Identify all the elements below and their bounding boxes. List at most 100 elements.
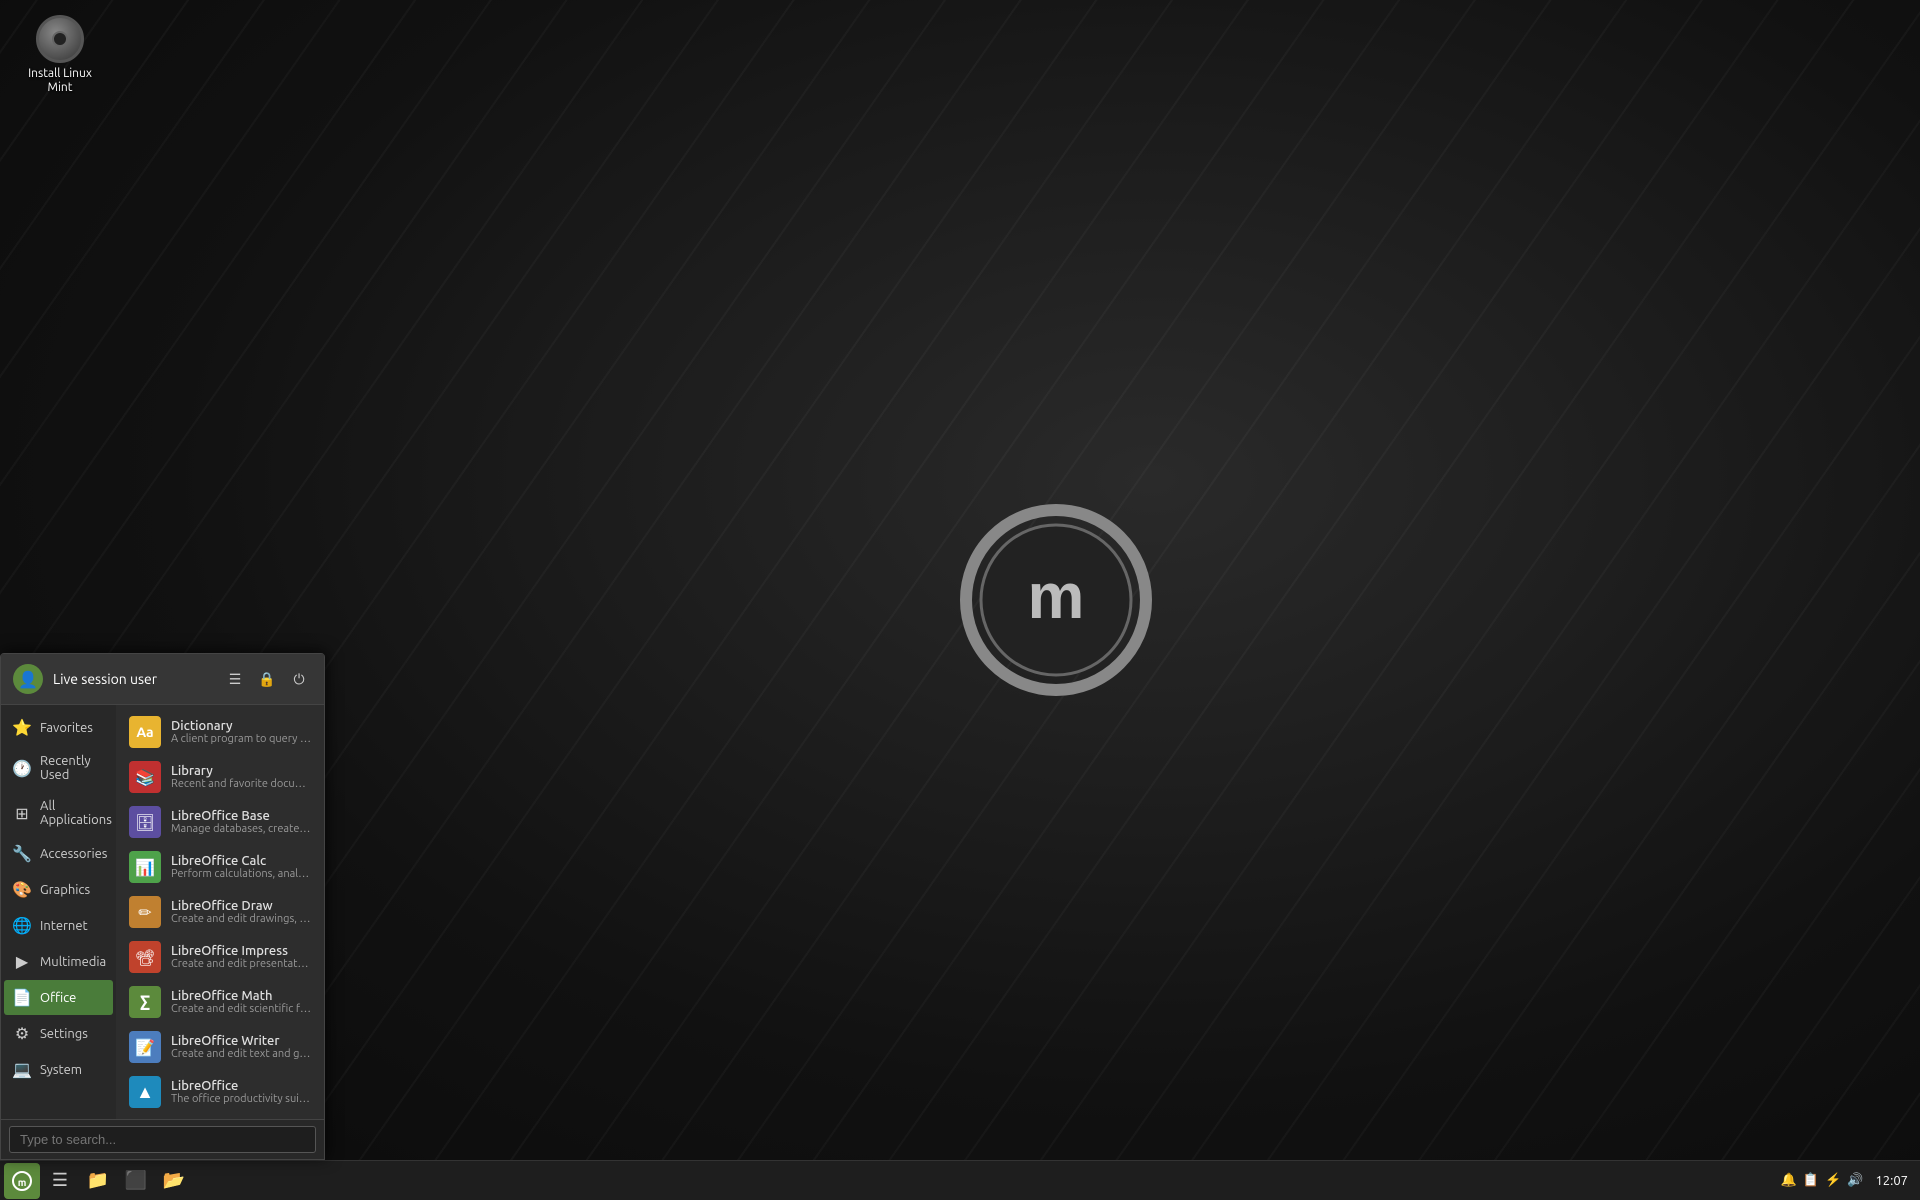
app-item-lo-impress[interactable]: 📽 LibreOffice Impress Create and edit pr… (119, 935, 321, 979)
dictionary-icon: Aa (129, 716, 161, 748)
sidebar-item-recently-used[interactable]: 🕐 Recently Used (4, 746, 113, 790)
settings-icon: ⚙ (12, 1024, 32, 1043)
clock[interactable]: 12:07 (1875, 1174, 1908, 1188)
app-item-lo-calc[interactable]: 📊 LibreOffice Calc Perform calculations,… (119, 845, 321, 889)
power-tray-icon[interactable]: ⚡ (1825, 1173, 1841, 1188)
lo-math-text: LibreOffice Math Create and edit scienti… (171, 989, 311, 1015)
power-button[interactable]: ⏻ (286, 666, 312, 692)
lo-draw-icon: ✏ (129, 896, 161, 928)
mint-logo: m (956, 500, 1156, 700)
graphics-label: Graphics (40, 883, 90, 897)
install-linux-mint-icon[interactable]: Install Linux Mint (20, 15, 100, 96)
lo-calc-name: LibreOffice Calc (171, 854, 311, 868)
mint-menu-button[interactable]: m (4, 1163, 40, 1199)
dictionary-text: Dictionary A client program to query dif… (171, 719, 311, 745)
lo-draw-desc: Create and edit drawings, flow charts a.… (171, 913, 311, 925)
graphics-icon: 🎨 (12, 880, 32, 899)
taskbar: m ☰ 📁 ⬛ 📂 🔔 📋 ⚡ 🔊 12:07 (0, 1160, 1920, 1200)
lo-impress-name: LibreOffice Impress (171, 944, 311, 958)
app-item-lo-math[interactable]: ∑ LibreOffice Math Create and edit scien… (119, 980, 321, 1024)
lo-base-desc: Manage databases, create queries and ... (171, 823, 311, 835)
files-button[interactable]: ☰ (222, 666, 248, 692)
library-desc: Recent and favorite documents (171, 778, 311, 790)
all-apps-label: All Applications (40, 799, 112, 827)
accessories-label: Accessories (40, 847, 107, 861)
lo-writer-text: LibreOffice Writer Create and edit text … (171, 1034, 311, 1060)
lock-button[interactable]: 🔒 (254, 666, 280, 692)
recently-used-icon: 🕐 (12, 759, 32, 778)
install-icon (36, 15, 84, 63)
office-label: Office (40, 991, 76, 1005)
taskbar-right: 🔔 📋 ⚡ 🔊 12:07 (1781, 1173, 1916, 1188)
app-item-lo-writer[interactable]: 📝 LibreOffice Writer Create and edit tex… (119, 1025, 321, 1069)
library-text: Library Recent and favorite documents (171, 764, 311, 790)
search-input[interactable] (9, 1126, 316, 1153)
clipboard-icon[interactable]: 📋 (1803, 1173, 1819, 1188)
lo-draw-name: LibreOffice Draw (171, 899, 311, 913)
sidebar-item-system[interactable]: 💻 System (4, 1052, 113, 1087)
lo-calc-desc: Perform calculations, analyze informati.… (171, 868, 311, 880)
taskbar-folder-button[interactable]: 📁 (80, 1163, 116, 1199)
sidebar-item-graphics[interactable]: 🎨 Graphics (4, 872, 113, 907)
lo-base-text: LibreOffice Base Manage databases, creat… (171, 809, 311, 835)
internet-label: Internet (40, 919, 88, 933)
lo-impress-text: LibreOffice Impress Create and edit pres… (171, 944, 311, 970)
menu-header: 👤 Live session user ☰ 🔒 ⏻ (1, 654, 324, 705)
sidebar-item-accessories[interactable]: 🔧 Accessories (4, 836, 113, 871)
lo-main-desc: The office productivity suite compatibil… (171, 1093, 311, 1105)
lo-math-icon: ∑ (129, 986, 161, 1018)
sidebar-item-internet[interactable]: 🌐 Internet (4, 908, 113, 943)
sidebar-item-settings[interactable]: ⚙ Settings (4, 1016, 113, 1051)
sidebar-item-multimedia[interactable]: ▶ Multimedia (4, 944, 113, 979)
lo-impress-icon: 📽 (129, 941, 161, 973)
app-item-library[interactable]: 📚 Library Recent and favorite documents (119, 755, 321, 799)
all-apps-icon: ⊞ (12, 804, 32, 823)
lo-main-icon: ▲ (129, 1076, 161, 1108)
svg-text:m: m (1028, 560, 1085, 632)
volume-icon[interactable]: 🔊 (1847, 1173, 1863, 1188)
menu-apps-list: Aa Dictionary A client program to query … (116, 705, 324, 1119)
app-item-lo-base[interactable]: 🗄 LibreOffice Base Manage databases, cre… (119, 800, 321, 844)
lo-math-name: LibreOffice Math (171, 989, 311, 1003)
svg-text:m: m (18, 1177, 27, 1188)
internet-icon: 🌐 (12, 916, 32, 935)
lo-base-name: LibreOffice Base (171, 809, 311, 823)
taskbar-terminal-button[interactable]: ⬛ (118, 1163, 154, 1199)
recently-used-label: Recently Used (40, 754, 105, 782)
lo-writer-name: LibreOffice Writer (171, 1034, 311, 1048)
app-item-dictionary[interactable]: Aa Dictionary A client program to query … (119, 710, 321, 754)
lo-base-icon: 🗄 (129, 806, 161, 838)
lo-math-desc: Create and edit scientific formulas and … (171, 1003, 311, 1015)
favorites-label: Favorites (40, 721, 93, 735)
system-label: System (40, 1063, 82, 1077)
multimedia-icon: ▶ (12, 952, 32, 971)
accessories-icon: 🔧 (12, 844, 32, 863)
notification-icon[interactable]: 🔔 (1781, 1173, 1797, 1188)
taskbar-folder2-button[interactable]: 📂 (156, 1163, 192, 1199)
lo-impress-desc: Create and edit presentations for slide.… (171, 958, 311, 970)
menu-search-bar (1, 1119, 324, 1159)
app-item-lo-main[interactable]: ▲ LibreOffice The office productivity su… (119, 1070, 321, 1114)
multimedia-label: Multimedia (40, 955, 106, 969)
taskbar-tray: 🔔 📋 ⚡ 🔊 (1781, 1173, 1864, 1188)
app-item-lo-draw[interactable]: ✏ LibreOffice Draw Create and edit drawi… (119, 890, 321, 934)
user-avatar: 👤 (13, 664, 43, 694)
settings-label: Settings (40, 1027, 88, 1041)
lo-writer-desc: Create and edit text and graphics in let… (171, 1048, 311, 1060)
lo-calc-icon: 📊 (129, 851, 161, 883)
taskbar-left: m ☰ 📁 ⬛ 📂 (4, 1163, 192, 1199)
menu-sidebar: ⭐ Favorites 🕐 Recently Used ⊞ All Applic… (1, 705, 116, 1119)
dictionary-name: Dictionary (171, 719, 311, 733)
sidebar-item-all-applications[interactable]: ⊞ All Applications (4, 791, 113, 835)
install-icon-label: Install Linux Mint (28, 67, 92, 96)
office-icon: 📄 (12, 988, 32, 1007)
header-icons: ☰ 🔒 ⏻ (222, 666, 312, 692)
lo-calc-text: LibreOffice Calc Perform calculations, a… (171, 854, 311, 880)
menu-body: ⭐ Favorites 🕐 Recently Used ⊞ All Applic… (1, 705, 324, 1119)
taskbar-files-button[interactable]: ☰ (42, 1163, 78, 1199)
favorites-icon: ⭐ (12, 718, 32, 737)
sidebar-item-favorites[interactable]: ⭐ Favorites (4, 710, 113, 745)
lo-main-text: LibreOffice The office productivity suit… (171, 1079, 311, 1105)
sidebar-item-office[interactable]: 📄 Office (4, 980, 113, 1015)
start-menu: 👤 Live session user ☰ 🔒 ⏻ ⭐ Favorites 🕐 … (0, 653, 325, 1160)
